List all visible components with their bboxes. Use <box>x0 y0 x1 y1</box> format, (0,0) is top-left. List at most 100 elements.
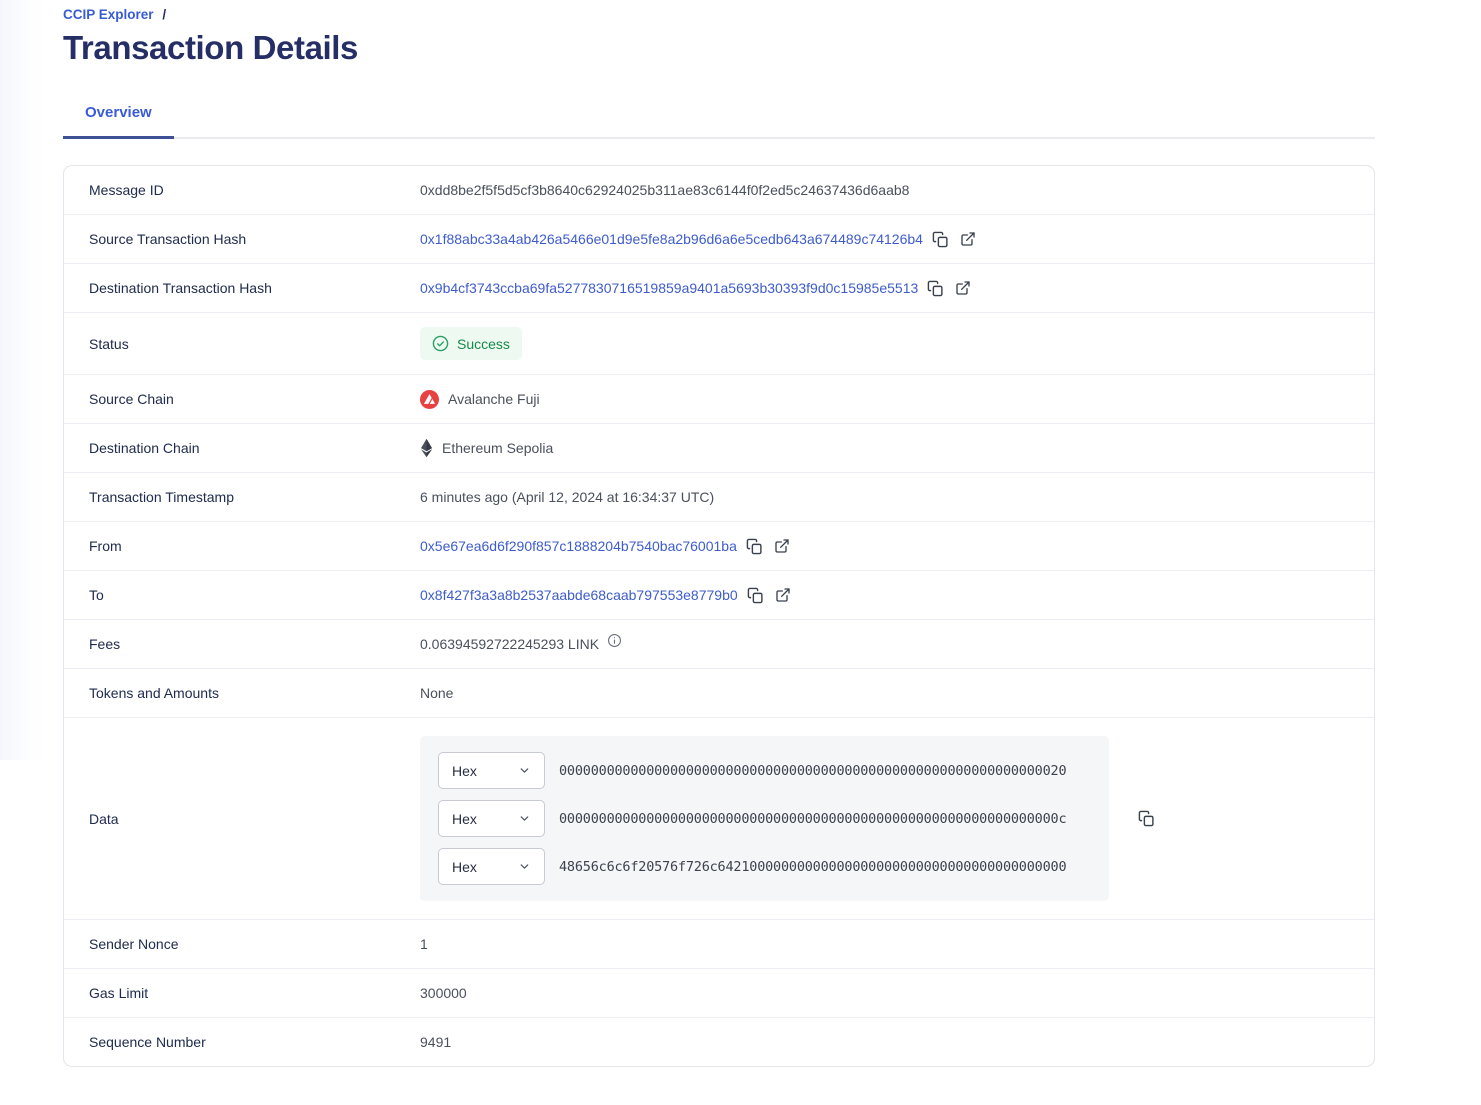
row-value-cell: Success <box>420 327 522 360</box>
row-value-cell: Hex 0000000000000000000000000000000000000… <box>420 736 1155 901</box>
table-row: Sequence Number 9491 <box>64 1018 1374 1066</box>
table-row: Destination Chain Ethereum Sepolia <box>64 424 1374 473</box>
details-table: Message ID 0xdd8be2f5f5d5cf3b8640c6292402… <box>63 165 1375 1067</box>
hex-data: 0000000000000000000000000000000000000000… <box>559 810 1067 827</box>
copy-icon <box>747 587 764 604</box>
row-label: Data <box>89 810 119 827</box>
hash-link[interactable]: 0x9b4cf3743ccba69fa5277830716519859a9401… <box>420 280 918 296</box>
row-value-cell: 300000 <box>420 983 467 1003</box>
hash-link[interactable]: 0x1f88abc33a4ab426a5466e01d9e5fe8a2b96d6… <box>420 231 923 247</box>
external-link-button[interactable] <box>960 231 976 247</box>
external-link-button[interactable] <box>775 587 791 603</box>
copy-button[interactable] <box>747 587 764 604</box>
copy-icon <box>927 280 944 297</box>
row-label: To <box>89 587 104 603</box>
copy-icon <box>1138 810 1155 827</box>
status-badge: Success <box>420 327 522 360</box>
row-label: Status <box>89 335 129 352</box>
row-value-cell: None <box>420 683 453 703</box>
data-line: Hex 48656c6c6f20576f726c64210000000000000… <box>438 848 1091 885</box>
row-value-cell: 0x9b4cf3743ccba69fa5277830716519859a9401… <box>420 278 971 298</box>
hex-data: 0000000000000000000000000000000000000000… <box>559 762 1067 779</box>
row-label: Sequence Number <box>89 1034 206 1050</box>
external-link-button[interactable] <box>774 538 790 554</box>
row-value-cell: Avalanche Fuji <box>420 389 540 409</box>
row-value-cell: 0.06394592722245293 LINK <box>420 633 622 654</box>
row-label: Fees <box>89 636 121 652</box>
table-row: Source Chain Avalanche Fuji <box>64 375 1374 424</box>
row-value-cell: 6 minutes ago (April 12, 2024 at 16:34:3… <box>420 487 714 507</box>
table-row: To 0x8f427f3a3a8b2537aabde68caab797553e87… <box>64 571 1374 620</box>
status-label: Success <box>457 335 510 352</box>
row-value-cell: Ethereum Sepolia <box>420 438 553 458</box>
table-row: Fees 0.06394592722245293 LINK <box>64 620 1374 669</box>
hex-data: 48656c6c6f20576f726c64210000000000000000… <box>559 858 1067 875</box>
external-link-button[interactable] <box>955 280 971 296</box>
row-value-text: 300000 <box>420 985 467 1001</box>
row-value-text: None <box>420 685 454 701</box>
data-format-value: Hex <box>452 762 477 779</box>
table-row: Data Hex 000000000000000000000000000000000… <box>64 718 1374 920</box>
table-row: Tokens and Amounts None <box>64 669 1374 718</box>
copy-button[interactable] <box>927 280 944 297</box>
table-row: Source Transaction Hash 0x1f88abc33a4ab42… <box>64 215 1374 264</box>
copy-icon <box>932 231 949 248</box>
row-value-cell: 1 <box>420 934 428 954</box>
copy-button[interactable] <box>746 538 763 555</box>
row-label: Message ID <box>89 182 164 198</box>
fees-value: 0.06394592722245293 LINK <box>420 636 600 652</box>
check-circle-icon <box>432 335 449 352</box>
hash-link[interactable]: 0x5e67ea6d6f290f857c1888204b7540bac76001… <box>420 538 737 554</box>
row-value-cell: 0x5e67ea6d6f290f857c1888204b7540bac76001… <box>420 536 790 556</box>
tab-overview[interactable]: Overview <box>63 104 174 139</box>
table-row: Destination Transaction Hash 0x9b4cf3743c… <box>64 264 1374 313</box>
row-value-cell: 9491 <box>420 1032 451 1052</box>
page-title: Transaction Details <box>63 29 359 66</box>
row-label: Destination Transaction Hash <box>89 280 272 296</box>
data-format-select[interactable]: Hex <box>438 800 545 837</box>
table-row: Message ID 0xdd8be2f5f5d5cf3b8640c6292402… <box>64 166 1374 215</box>
table-row: Status Success <box>64 313 1374 375</box>
ethereum-icon <box>420 438 433 458</box>
row-label: Sender Nonce <box>89 936 179 952</box>
copy-button[interactable] <box>932 231 949 248</box>
row-label: Source Chain <box>89 391 174 407</box>
row-value-cell: 0x8f427f3a3a8b2537aabde68caab797553e8779… <box>420 585 791 605</box>
row-value-cell: 0x1f88abc33a4ab426a5466e01d9e5fe8a2b96d6… <box>420 229 976 249</box>
row-label: Transaction Timestamp <box>89 489 234 505</box>
table-row: Transaction Timestamp 6 minutes ago (Apri… <box>64 473 1374 522</box>
chain-name: Ethereum Sepolia <box>442 440 554 456</box>
table-row: Sender Nonce 1 <box>64 920 1374 969</box>
avalanche-icon <box>420 389 439 409</box>
row-label: From <box>89 538 122 554</box>
data-format-select[interactable]: Hex <box>438 848 545 885</box>
data-format-select[interactable]: Hex <box>438 752 545 789</box>
row-value-text: 6 minutes ago (April 12, 2024 at 16:34:3… <box>420 489 715 505</box>
row-label: Tokens and Amounts <box>89 685 219 701</box>
row-value-text: 0xdd8be2f5f5d5cf3b8640c62924025b311ae83c… <box>420 182 910 198</box>
breadcrumb: CCIP Explorer / <box>63 7 1375 22</box>
row-label: Destination Chain <box>89 440 200 456</box>
data-line: Hex 0000000000000000000000000000000000000… <box>438 752 1091 789</box>
external-link-icon <box>775 587 791 603</box>
external-link-icon <box>955 280 971 296</box>
row-value-text: 1 <box>420 936 428 952</box>
data-line: Hex 0000000000000000000000000000000000000… <box>438 800 1091 837</box>
table-row: Gas Limit 300000 <box>64 969 1374 1018</box>
data-format-value: Hex <box>452 810 477 827</box>
data-format-value: Hex <box>452 858 477 875</box>
row-value-text: 9491 <box>420 1034 452 1050</box>
copy-data-button[interactable] <box>1138 810 1155 827</box>
table-row: From 0x5e67ea6d6f290f857c1888204b7540bac7… <box>64 522 1374 571</box>
row-value-cell: 0xdd8be2f5f5d5cf3b8640c62924025b311ae83c… <box>420 180 909 200</box>
chevron-down-icon <box>518 812 531 825</box>
tab-bar: Overview <box>63 104 1375 139</box>
data-panel: Hex 0000000000000000000000000000000000000… <box>420 736 1109 901</box>
chevron-down-icon <box>518 860 531 873</box>
hash-link[interactable]: 0x8f427f3a3a8b2537aabde68caab797553e8779… <box>420 587 738 603</box>
row-label: Source Transaction Hash <box>89 231 247 247</box>
breadcrumb-link-ccip-explorer[interactable]: CCIP Explorer <box>63 7 154 22</box>
breadcrumb-separator: / <box>162 7 167 22</box>
external-link-icon <box>960 231 976 247</box>
info-icon <box>607 633 622 648</box>
